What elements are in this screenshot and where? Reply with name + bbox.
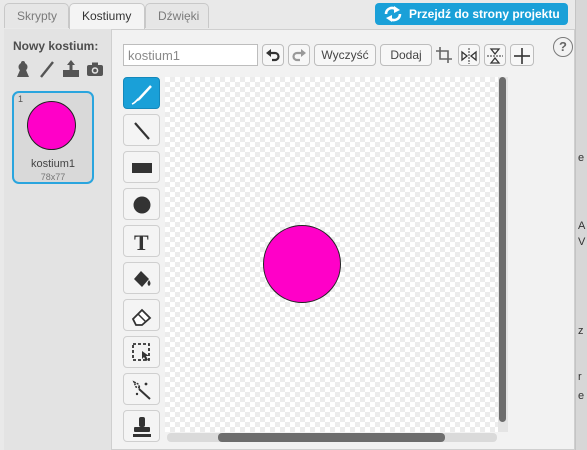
svg-text:T: T [134,230,149,254]
line-tool[interactable] [123,114,160,146]
help-button[interactable]: ? [553,37,573,57]
text-icon: T [134,230,149,254]
marquee-select-icon [132,343,150,361]
costume-index: 1 [18,94,24,104]
costume-name: kostium1 [30,158,76,170]
costume-thumbnail[interactable]: 1 kostium1 78x77 [12,91,94,184]
costume-preview-circle [27,101,76,150]
paint-brush-icon[interactable] [38,60,56,78]
upload-icon[interactable] [62,60,80,78]
magic-select-tool[interactable] [123,373,160,405]
drawing-canvas[interactable] [165,77,499,432]
paint-bucket-icon [134,271,151,287]
redo-icon [292,49,306,62]
side-text-fragment: r [578,371,582,383]
eraser-tool[interactable] [123,299,160,331]
add-button[interactable]: Dodaj [380,44,432,66]
select-tool[interactable] [123,336,160,368]
flip-horizontal-icon [461,48,477,64]
canvas-circle-shape[interactable] [263,225,341,303]
ellipse-tool[interactable] [123,188,160,220]
crosshair-icon [514,48,530,64]
side-text-fragment: e [578,152,585,164]
costume-size: 78x77 [40,172,66,182]
rectangle-tool[interactable] [123,151,160,183]
side-text-fragment: A [578,220,586,232]
line-icon [134,122,150,140]
editor-tab-bar: Skrypty Kostiumy Dźwięki Przejdź do stro… [0,0,575,30]
redo-button[interactable] [288,44,310,66]
new-costume-options [14,60,104,78]
flip-horizontal-button[interactable] [458,44,480,66]
undo-button[interactable] [262,44,284,66]
tab-scripts[interactable]: Skrypty [4,3,69,28]
paintbrush-icon [131,85,152,105]
rectangle-icon [132,163,152,173]
side-text-fragment: e [578,390,585,402]
go-to-project-page-button[interactable]: Przejdź do strony projektu [375,3,568,25]
costume-name-input[interactable] [123,44,258,66]
refresh-arrows-icon [384,6,402,22]
canvas-vertical-scrollbar[interactable] [499,77,506,422]
undo-icon [266,49,280,62]
eraser-icon [131,308,152,326]
flip-vertical-icon [487,48,503,64]
side-text-fragment: V [578,236,586,248]
go-to-project-page-label: Przejdź do strony projektu [409,7,560,21]
stamp-icon [133,417,151,437]
magic-wand-icon [132,380,151,400]
clear-button[interactable]: Wyczyść [314,44,376,66]
new-costume-label: Nowy kostium: [13,39,99,53]
tab-sounds[interactable]: Dźwięki [145,3,209,28]
canvas-horizontal-scrollbar[interactable] [218,433,445,442]
crop-icon [436,47,452,63]
text-tool[interactable]: T [123,225,160,257]
flip-vertical-button[interactable] [484,44,506,66]
set-center-button[interactable] [510,44,534,66]
crop-button[interactable] [433,44,455,66]
tab-costumes[interactable]: Kostiumy [69,3,145,30]
side-text-fragment: z [578,325,584,337]
ellipse-icon [133,196,151,214]
sprite-library-icon[interactable] [14,60,32,78]
stamp-tool[interactable] [123,410,160,442]
camera-icon[interactable] [86,60,104,78]
fill-tool[interactable] [123,262,160,294]
brush-tool[interactable] [123,77,160,109]
costume-list-panel: Nowy kostium: 1 kostium1 78x77 [4,29,112,450]
